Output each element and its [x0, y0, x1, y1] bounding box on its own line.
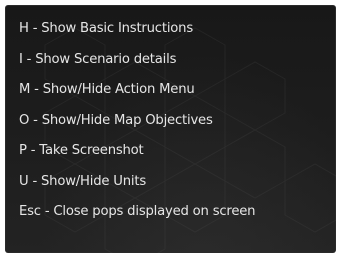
shortcut-show-hide-units: U - Show/Hide Units [19, 173, 146, 189]
shortcut-action-menu: M - Show/Hide Action Menu [19, 82, 195, 97]
shortcut-map-objectives: O - Show/Hide Map Objectives [19, 112, 213, 128]
shortcut-basic-instructions: H - Show Basic Instructions [19, 21, 193, 36]
screenshot-frame: H - Show Basic Instructions I - Show Sce… [0, 0, 341, 258]
shortcut-list: H - Show Basic Instructions I - Show Sce… [19, 14, 256, 228]
shortcut-close-pops: Esc - Close pops displayed on screen [19, 204, 256, 219]
shortcut-take-screenshot: P - Take Screenshot [19, 143, 144, 158]
shortcut-scenario-details: I - Show Scenario details [19, 51, 177, 67]
keyboard-shortcuts-panel: H - Show Basic Instructions I - Show Sce… [5, 5, 336, 253]
